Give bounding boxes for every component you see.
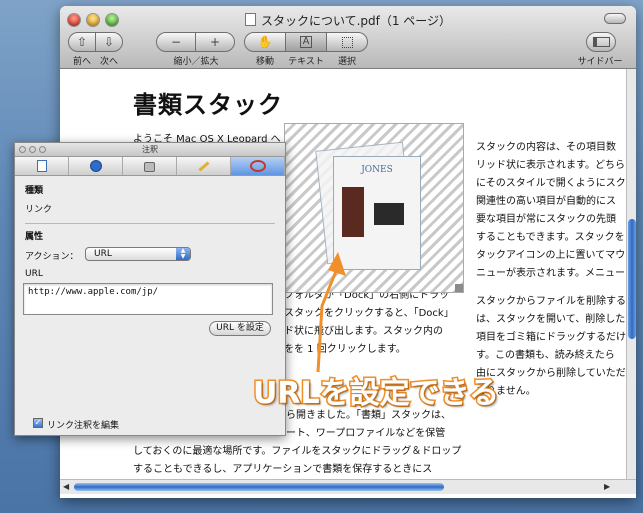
left-line-3: スタックをクリックすると、「Dock」 (284, 308, 454, 319)
right-line-1: スタックの内容は、その項目数 (476, 142, 616, 153)
type-value: リンク (25, 205, 53, 215)
pencil-icon (197, 160, 210, 172)
annotation-inspector: 注釈 種類 リンク 属性 アクション： URL ▲ ▼ URL http://www… (14, 142, 286, 436)
url-input[interactable]: http://www.apple.com/jp/ (23, 283, 273, 315)
resize-handle-icon[interactable] (455, 284, 463, 292)
left-line-9: することもできるし、アプリケーションで書類を保存するときにス (133, 464, 433, 475)
right-line-9: スタックからファイルを削除する (476, 296, 626, 307)
hand-icon: ✋ (257, 35, 273, 49)
next-button[interactable]: ⇩ (95, 32, 123, 52)
popup-arrows-icon: ▲ ▼ (176, 248, 190, 260)
action-select[interactable]: URL ▲ ▼ (85, 247, 191, 261)
type-section-label: 種類 (25, 186, 44, 196)
figure-label: JONES (361, 165, 393, 175)
stack-card-front: JONES (333, 156, 421, 270)
text-label: テキスト (288, 57, 324, 67)
scroll-left-icon[interactable]: ◀ (63, 482, 69, 491)
select-tool-button[interactable] (326, 32, 368, 52)
left-line-4: ド状に飛び出します。スタック内の (284, 326, 443, 337)
move-tool-button[interactable]: ✋ (244, 32, 286, 52)
down-arrow-icon: ⇩ (103, 35, 115, 49)
zoom-in-button[interactable]: + (195, 32, 235, 52)
prev-label: 前へ (72, 57, 91, 67)
inspector-zoom-button[interactable] (39, 146, 46, 153)
move-label: 移動 (255, 57, 274, 67)
sidebar-icon (592, 37, 610, 47)
select-label: 選択 (337, 57, 356, 67)
up-arrow-icon: ⇧ (76, 35, 88, 49)
select-icon (341, 36, 353, 48)
tab-document[interactable] (15, 157, 69, 175)
document-heading: 書類スタック (133, 91, 283, 119)
right-line-3: にそのスタイルで開くようにスク (476, 178, 626, 189)
right-line-7: タックアイコンの上に置いてマウ (476, 250, 626, 261)
right-line-4: 関連性の高い項目が自動的にス (476, 196, 616, 207)
set-url-button[interactable]: URL を設定 (209, 321, 271, 336)
tab-pencil[interactable] (177, 157, 231, 175)
text-tool-icon: A (299, 36, 313, 48)
stack-image-link-annotation[interactable]: JONES (284, 123, 464, 293)
right-line-12: す。この書類も、読み終えたら (476, 350, 615, 361)
sidebar-button[interactable] (586, 32, 616, 52)
right-line-2: リッド状に表示されます。どちら (476, 160, 625, 171)
right-line-11: 項目をゴミ箱にドラッグするだけ (476, 332, 626, 343)
next-label: 次へ (99, 57, 118, 67)
vertical-scrollbar[interactable] (626, 69, 636, 479)
window-title: スタックについて.pdf（1 ページ） (60, 12, 636, 29)
lock-icon (144, 162, 155, 172)
url-label: URL (25, 269, 43, 279)
left-line-7: ート、ワープロファイルなどを保管 (286, 428, 446, 439)
left-line-8: しておくのに最適な場所です。ファイルをスタックにドラッグ＆ドロップ (133, 446, 462, 457)
minus-icon: − (170, 35, 182, 49)
toolbar-toggle-button[interactable] (604, 13, 626, 24)
scroll-right-icon[interactable]: ▶ (604, 482, 610, 491)
tab-search[interactable] (69, 157, 123, 175)
vertical-scroll-thumb[interactable] (628, 219, 636, 339)
action-select-value: URL (94, 249, 112, 259)
action-label: アクション： (25, 252, 79, 262)
prev-button[interactable]: ⇧ (68, 32, 96, 52)
window-title-text: スタックについて.pdf（1 ページ） (260, 14, 452, 28)
tab-lock[interactable] (123, 157, 177, 175)
right-line-10: は、スタックを開いて、削除した (476, 314, 626, 325)
zoom-label: 縮小／拡大 (173, 57, 219, 67)
zoom-out-button[interactable]: − (156, 32, 196, 52)
text-tool-button[interactable]: A (285, 32, 327, 52)
search-icon (89, 160, 102, 172)
callout-text: URLを設定できる (252, 375, 501, 413)
inspector-close-button[interactable] (19, 146, 26, 153)
left-line-5: をを 1 回クリックします。 (284, 344, 406, 355)
tab-oval[interactable] (231, 157, 285, 175)
horizontal-scroll-thumb[interactable] (74, 483, 444, 491)
document-icon (36, 160, 47, 172)
right-line-8: ニューが表示されます。メニュー (476, 268, 625, 279)
inspector-title: 注釈 (15, 143, 285, 157)
divider (25, 223, 275, 224)
right-line-5: 要な項目が常にスタックの先頭 (476, 214, 616, 225)
photo-block (342, 187, 364, 237)
plus-icon: + (209, 35, 221, 49)
edit-link-checkbox[interactable]: ✓ (33, 418, 43, 428)
oval-icon (249, 160, 266, 172)
right-line-6: することもできます。スタックを (476, 232, 625, 243)
attr-section-label: 属性 (25, 232, 44, 242)
document-icon (244, 13, 256, 26)
edit-link-label: リンク注釈を編集 (47, 421, 120, 431)
photo-block-2 (374, 203, 404, 225)
horizontal-scrollbar[interactable]: ◀ ▶ (60, 479, 636, 494)
inspector-minimize-button[interactable] (29, 146, 36, 153)
sidebar-label: サイドバー (577, 57, 623, 67)
inspector-tabs (15, 157, 285, 176)
title-bar: スタックについて.pdf（1 ページ） ⇧ ⇩ 前へ 次へ − + 縮小／拡大 … (60, 6, 636, 69)
